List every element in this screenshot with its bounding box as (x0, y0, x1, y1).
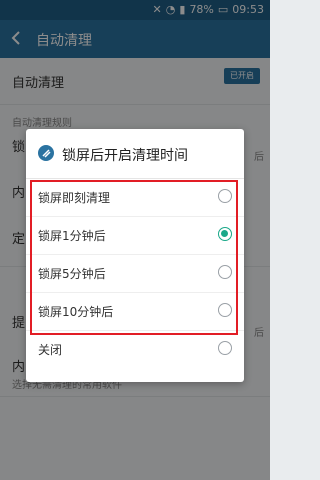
broom-icon (38, 145, 54, 161)
red-highlight-box (30, 180, 238, 335)
dialog-header: 锁屏后开启清理时间 (26, 129, 244, 179)
radio-button[interactable] (218, 341, 232, 355)
dialog-title: 锁屏后开启清理时间 (62, 148, 188, 164)
option-off[interactable]: 关闭 (26, 331, 244, 368)
option-label: 关闭 (38, 343, 63, 357)
